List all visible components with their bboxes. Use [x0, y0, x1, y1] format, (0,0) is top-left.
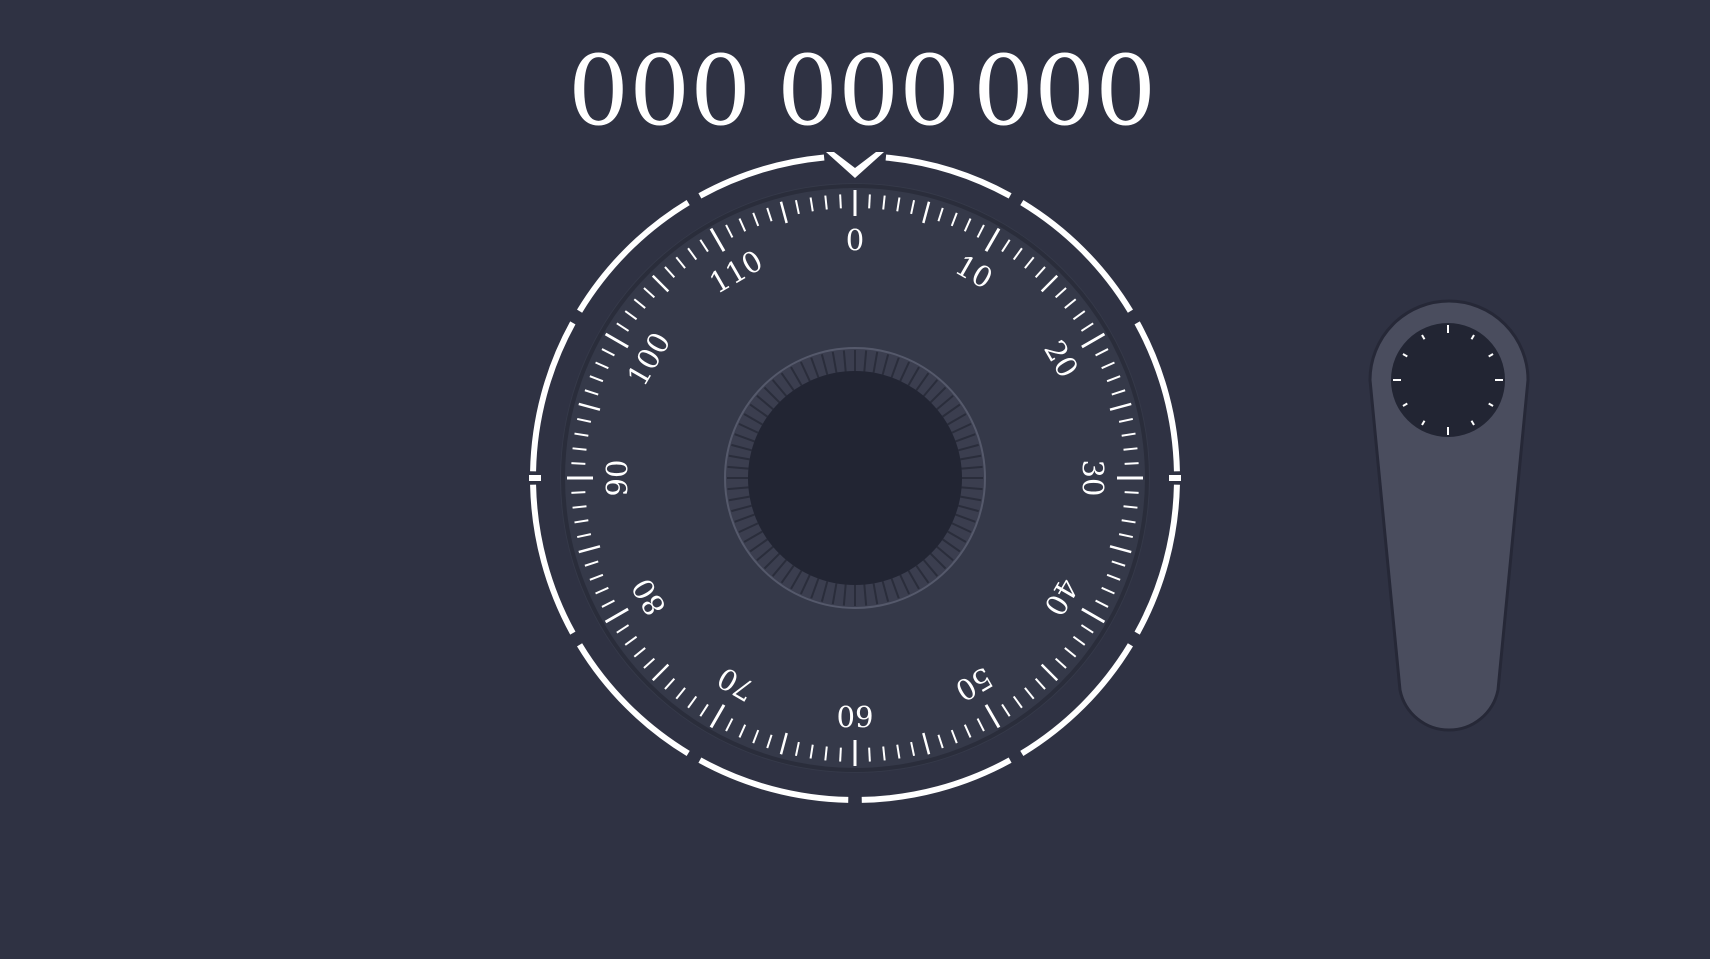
dial-tick	[868, 747, 871, 762]
dial-label-30: 30	[1076, 460, 1110, 497]
lock-graphics: 0102030405060708090100110	[529, 152, 1530, 803]
dial-tick	[571, 491, 586, 494]
lever-handle-icon[interactable]	[1368, 299, 1530, 732]
dial-tick	[839, 747, 842, 762]
handle-hub[interactable]	[1391, 323, 1505, 437]
dial-tick	[1124, 462, 1139, 465]
knob-center[interactable]	[748, 371, 962, 585]
dial-tick	[839, 194, 842, 209]
dial-pointer-icon	[826, 152, 884, 178]
dial-label-90: 90	[600, 460, 634, 497]
dial-tick	[1124, 491, 1139, 494]
dial-label-60: 60	[837, 699, 874, 733]
safe-lock-stage: 000 000 000 0 10 20 30 40 50 60 70 80 90 100 110	[0, 0, 1710, 959]
dial-tick	[571, 462, 586, 465]
dial-knob[interactable]	[724, 347, 986, 609]
dial-label-0: 0	[846, 223, 864, 257]
dial-tick	[868, 194, 871, 209]
